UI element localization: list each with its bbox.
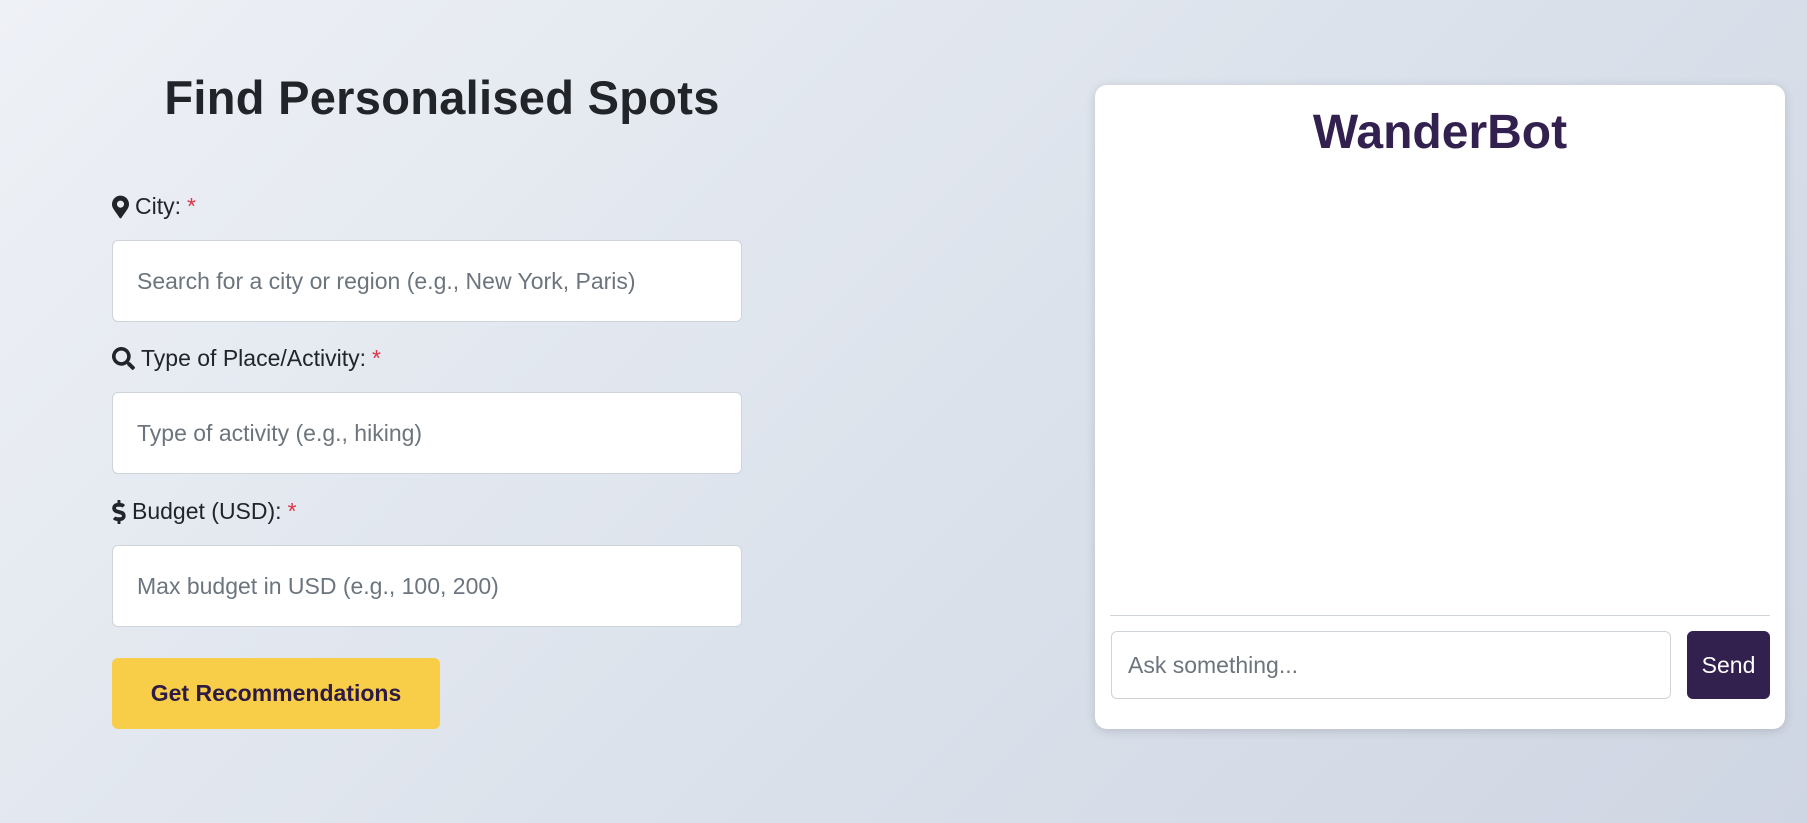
chat-title: WanderBot — [1312, 106, 1568, 159]
page-title: Find Personalised Spots — [164, 71, 720, 124]
chat-input[interactable] — [1111, 631, 1671, 699]
budget-input[interactable] — [112, 545, 742, 627]
map-marker-icon — [112, 195, 129, 219]
chat-divider — [1110, 615, 1770, 616]
city-label: City: * — [112, 193, 196, 220]
chat-messages[interactable] — [1110, 185, 1770, 700]
budget-label: Budget (USD): * — [112, 498, 297, 525]
get-recommendations-button[interactable]: Get Recommendations — [112, 658, 440, 729]
send-button[interactable]: Send — [1687, 631, 1770, 699]
activity-label-text: Type of Place/Activity: — [141, 345, 366, 371]
city-label-text: City: — [135, 193, 181, 219]
activity-input[interactable] — [112, 392, 742, 474]
required-marker: * — [187, 193, 196, 219]
activity-label: Type of Place/Activity: * — [112, 345, 381, 372]
required-marker: * — [371, 345, 381, 371]
city-input[interactable] — [112, 240, 742, 322]
search-icon — [112, 347, 135, 370]
budget-label-text: Budget (USD): — [132, 498, 282, 524]
required-marker: * — [287, 498, 297, 524]
dollar-icon — [112, 499, 126, 524]
chat-panel: WanderBot Send — [1095, 85, 1785, 729]
